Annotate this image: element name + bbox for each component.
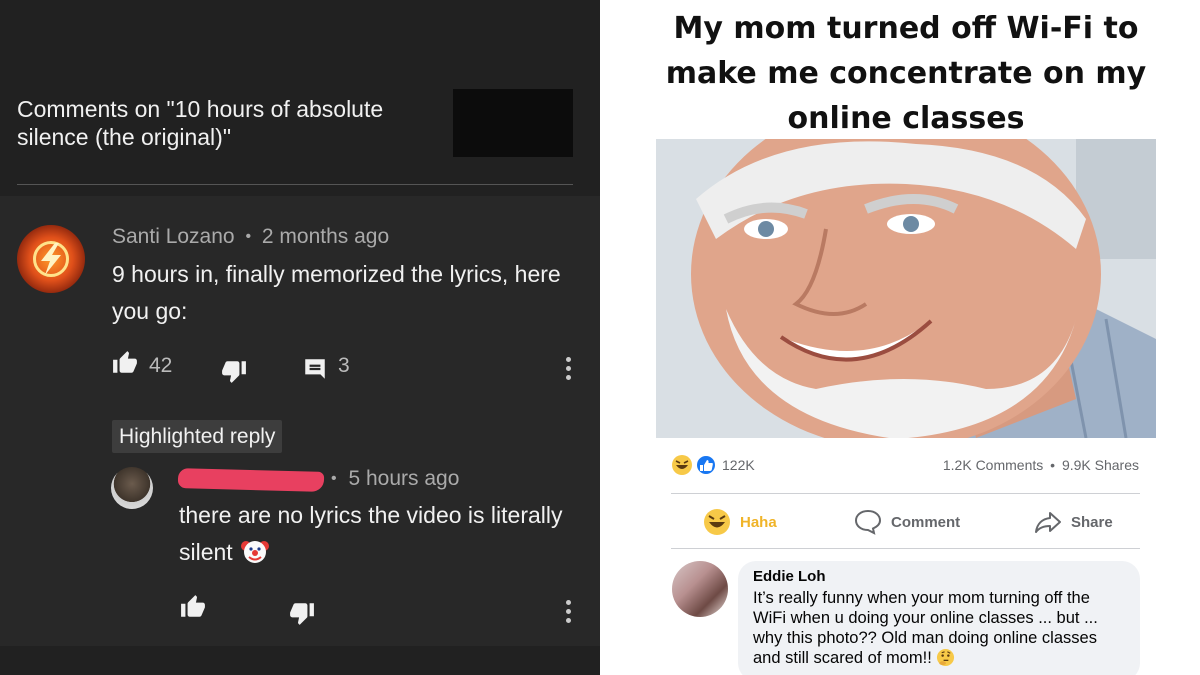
hide-the-pain-harold-image [656, 139, 1156, 438]
reply-meta: • 5 hours ago [331, 467, 459, 491]
comment-more-icon[interactable] [566, 357, 572, 384]
reply-count[interactable]: 3 [338, 354, 350, 378]
meme-caption: My mom turned off Wi-Fi to make me conce… [665, 11, 1147, 136]
comment-label: Comment [891, 513, 961, 531]
comment-time[interactable]: 2 months ago [262, 225, 389, 248]
meta-separator: • [245, 228, 252, 245]
comment-text: 9 hours in, finally memorized the lyrics… [112, 261, 561, 324]
clown-face-icon [241, 541, 270, 563]
header-divider [17, 184, 573, 185]
thinking-face-icon [937, 648, 955, 667]
comment-meta: Santi Lozano • 2 months ago [112, 225, 389, 249]
comment-text: It’s really funny when your mom turning … [753, 589, 1098, 667]
reactions-icons[interactable] [671, 454, 721, 476]
meta-separator: • [331, 470, 337, 487]
share-button[interactable]: Share [1034, 505, 1113, 539]
thumbs-down-icon[interactable] [289, 600, 315, 626]
commenter-name[interactable]: Eddie Loh [753, 568, 1125, 586]
reply-comment-icon[interactable] [302, 356, 328, 382]
comment-bubble-icon [854, 509, 882, 535]
comments-title: Comments on "10 hours of absolute silenc… [17, 96, 384, 150]
thumbs-up-icon[interactable] [180, 594, 206, 620]
comment-button[interactable]: Comment [854, 505, 960, 539]
reply-body: there are no lyrics the video is literal… [179, 502, 563, 565]
meme-photo[interactable] [656, 139, 1156, 438]
share-label: Share [1071, 513, 1113, 531]
redacted-username [177, 468, 325, 492]
youtube-comments-panel: Comments on "10 hours of absolute silenc… [0, 0, 600, 675]
shares-count[interactable]: 9.9K Shares [1062, 457, 1139, 473]
commenter-avatar[interactable] [672, 561, 728, 617]
reply-text: there are no lyrics the video is literal… [179, 497, 589, 571]
reply-avatar[interactable] [111, 467, 153, 509]
stats-separator: • [1050, 457, 1056, 473]
share-arrow-icon [1035, 512, 1061, 533]
actions-divider-bottom [671, 548, 1140, 549]
reactions-count[interactable]: 122K [722, 457, 755, 473]
post-stats: 1.2K Comments • 9.9K Shares [943, 457, 1139, 473]
comments-count[interactable]: 1.2K Comments [943, 457, 1043, 473]
reply-time[interactable]: 5 hours ago [348, 467, 459, 490]
comment-author[interactable]: Santi Lozano [112, 225, 235, 248]
thumbs-down-icon[interactable] [221, 358, 247, 384]
haha-label: Haha [740, 513, 777, 531]
avatar[interactable] [17, 225, 85, 293]
lightning-bolt-icon [41, 243, 61, 275]
comment-bubble: Eddie Loh It’s really funny when your mo… [738, 561, 1140, 675]
highlighted-reply-label: Highlighted reply [112, 420, 283, 453]
haha-emoji-icon [704, 509, 730, 535]
video-thumbnail[interactable] [453, 89, 573, 157]
bottom-bar [0, 646, 600, 675]
comment-body: It’s really funny when your mom turning … [753, 588, 1125, 668]
actions-divider-top [671, 493, 1140, 494]
thumbs-up-icon[interactable] [112, 350, 138, 376]
reply-more-icon[interactable] [566, 600, 572, 627]
like-count: 42 [149, 354, 173, 377]
haha-button[interactable]: Haha [703, 505, 777, 539]
